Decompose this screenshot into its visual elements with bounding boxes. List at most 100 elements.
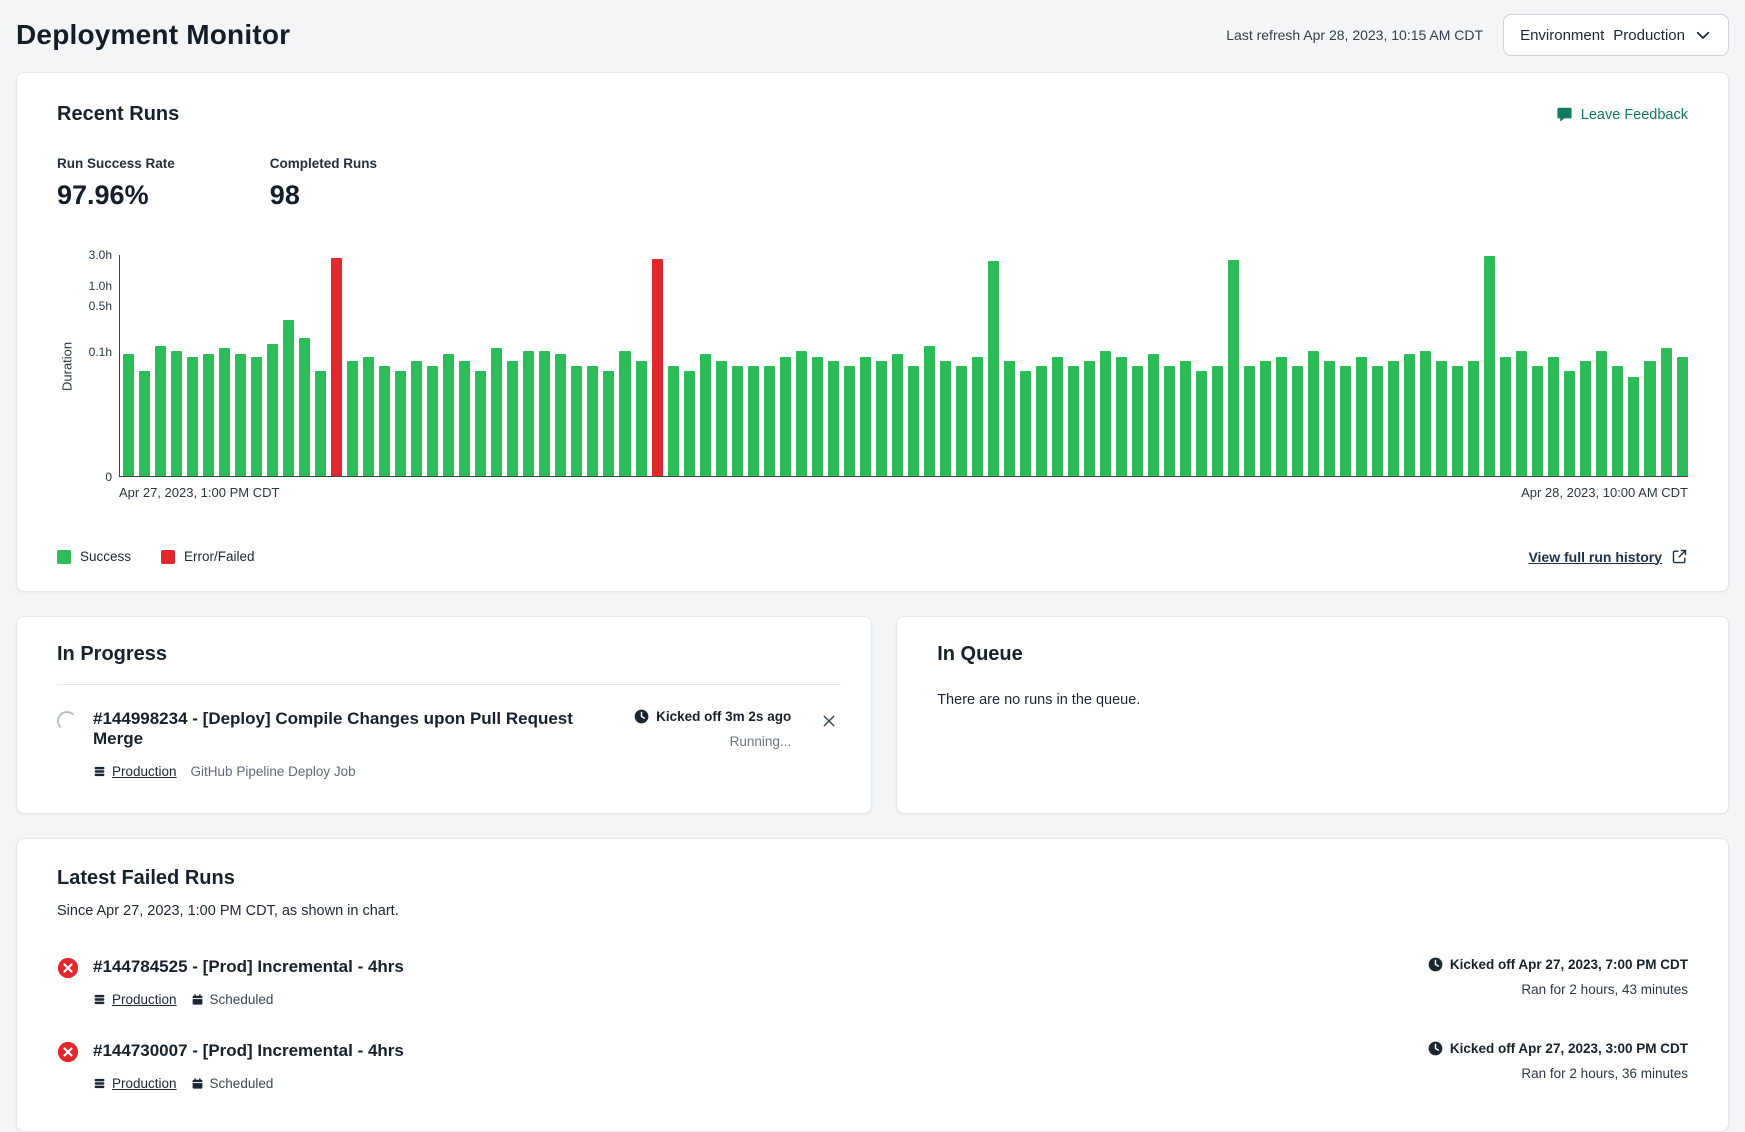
chart-bar-success[interactable]: [187, 357, 198, 476]
chart-bar-success[interactable]: [1244, 366, 1255, 477]
chart-bar-success[interactable]: [1036, 366, 1047, 477]
chart-bar-success[interactable]: [1260, 361, 1271, 476]
chart-bar-success[interactable]: [892, 354, 903, 476]
chart-bar-success[interactable]: [347, 361, 358, 476]
chart-bar-success[interactable]: [1628, 377, 1639, 476]
chart-bar-success[interactable]: [812, 357, 823, 476]
chart-bar-success[interactable]: [171, 351, 182, 476]
chart-bar-success[interactable]: [956, 366, 967, 477]
production-environment-link[interactable]: Production: [93, 1076, 177, 1091]
chart-bar-success[interactable]: [1612, 366, 1623, 477]
chart-bar-success[interactable]: [619, 351, 630, 476]
chart-bar-success[interactable]: [251, 357, 262, 476]
chart-bar-success[interactable]: [1004, 361, 1015, 476]
chart-bar-success[interactable]: [668, 366, 679, 477]
chart-bar-success[interactable]: [475, 371, 486, 476]
chart-bar-success[interactable]: [123, 354, 134, 476]
chart-bar-success[interactable]: [1420, 351, 1431, 476]
chart-bar-success[interactable]: [1532, 366, 1543, 477]
production-environment-link[interactable]: Production: [93, 764, 177, 779]
chart-bar-success[interactable]: [780, 357, 791, 476]
chart-bar-success[interactable]: [1276, 357, 1287, 476]
chart-bar-success[interactable]: [828, 361, 839, 476]
chart-bar-success[interactable]: [283, 320, 294, 476]
chart-bar-success[interactable]: [1052, 357, 1063, 476]
chart-bar-success[interactable]: [1372, 366, 1383, 477]
chart-bar-success[interactable]: [539, 351, 550, 476]
chart-bar-success[interactable]: [1212, 366, 1223, 477]
chart-bar-success[interactable]: [427, 366, 438, 477]
chart-bar-success[interactable]: [1308, 351, 1319, 476]
chart-bar-success[interactable]: [988, 261, 999, 476]
chart-bar-success[interactable]: [764, 366, 775, 477]
chart-bar-success[interactable]: [732, 366, 743, 477]
chart-bar-success[interactable]: [603, 371, 614, 476]
chart-bar-success[interactable]: [235, 354, 246, 476]
chart-bar-success[interactable]: [908, 366, 919, 477]
chart-bar-success[interactable]: [940, 361, 951, 476]
chart-bar-success[interactable]: [684, 371, 695, 476]
chart-bar-success[interactable]: [315, 371, 326, 476]
chart-bar-success[interactable]: [796, 351, 807, 476]
chart-bar-success[interactable]: [379, 366, 390, 477]
chart-bar-success[interactable]: [507, 361, 518, 476]
chart-bar-success[interactable]: [155, 346, 166, 476]
chart-bar-success[interactable]: [844, 366, 855, 477]
chart-bar-success[interactable]: [1677, 357, 1688, 476]
chart-bar-success[interactable]: [411, 361, 422, 476]
chart-bar-success[interactable]: [299, 338, 310, 476]
chart-bar-success[interactable]: [1388, 361, 1399, 476]
chart-bar-success[interactable]: [523, 351, 534, 476]
chart-bar-success[interactable]: [587, 366, 598, 477]
chart-bar-success[interactable]: [1084, 361, 1095, 476]
chart-bar-success[interactable]: [1340, 366, 1351, 477]
chart-bar-success[interactable]: [716, 361, 727, 476]
chart-bar-success[interactable]: [1180, 361, 1191, 476]
chart-bar-success[interactable]: [459, 361, 470, 476]
chart-bar-failed[interactable]: [331, 258, 342, 476]
chart-bar-success[interactable]: [860, 357, 871, 476]
chart-bar-success[interactable]: [363, 357, 374, 476]
chart-bar-success[interactable]: [491, 348, 502, 476]
chart-bar-success[interactable]: [1644, 361, 1655, 476]
chart-bar-success[interactable]: [1356, 357, 1367, 476]
chart-bar-success[interactable]: [636, 361, 647, 476]
chart-bar-success[interactable]: [1292, 366, 1303, 477]
chart-bar-success[interactable]: [555, 354, 566, 476]
environment-dropdown[interactable]: Environment Production: [1503, 14, 1729, 56]
production-environment-link[interactable]: Production: [93, 992, 177, 1007]
chart-bar-success[interactable]: [1516, 351, 1527, 476]
chart-bar-success[interactable]: [972, 357, 983, 476]
chart-bar-success[interactable]: [1100, 351, 1111, 476]
chart-bar-success[interactable]: [1020, 371, 1031, 476]
chart-bar-success[interactable]: [443, 354, 454, 476]
chart-bar-success[interactable]: [1132, 366, 1143, 477]
chart-bar-success[interactable]: [139, 371, 150, 476]
chart-bar-success[interactable]: [1596, 351, 1607, 476]
chart-bar-success[interactable]: [1500, 357, 1511, 476]
chart-bar-success[interactable]: [1116, 357, 1127, 476]
chart-bar-success[interactable]: [1661, 348, 1672, 476]
close-icon[interactable]: [817, 709, 841, 733]
chart-bar-success[interactable]: [571, 366, 582, 477]
chart-bar-success[interactable]: [748, 366, 759, 477]
chart-bar-success[interactable]: [267, 344, 278, 476]
chart-bar-success[interactable]: [395, 371, 406, 476]
chart-bar-success[interactable]: [1148, 354, 1159, 476]
chart-bar-success[interactable]: [1580, 361, 1591, 476]
chart-bar-success[interactable]: [700, 354, 711, 476]
view-full-run-history-link[interactable]: View full run history: [1528, 548, 1688, 565]
chart-bar-failed[interactable]: [652, 259, 663, 476]
chart-bar-success[interactable]: [876, 361, 887, 476]
chart-bar-success[interactable]: [1548, 357, 1559, 476]
chart-bar-success[interactable]: [1484, 256, 1495, 476]
chart-bar-success[interactable]: [219, 348, 230, 476]
chart-bar-success[interactable]: [1164, 366, 1175, 477]
chart-bar-success[interactable]: [924, 346, 935, 476]
chart-bar-success[interactable]: [1196, 371, 1207, 476]
chart-bar-success[interactable]: [1228, 260, 1239, 476]
chart-bar-success[interactable]: [1324, 361, 1335, 476]
chart-bar-success[interactable]: [1436, 361, 1447, 476]
chart-bar-success[interactable]: [1468, 361, 1479, 476]
chart-bar-success[interactable]: [1564, 371, 1575, 476]
